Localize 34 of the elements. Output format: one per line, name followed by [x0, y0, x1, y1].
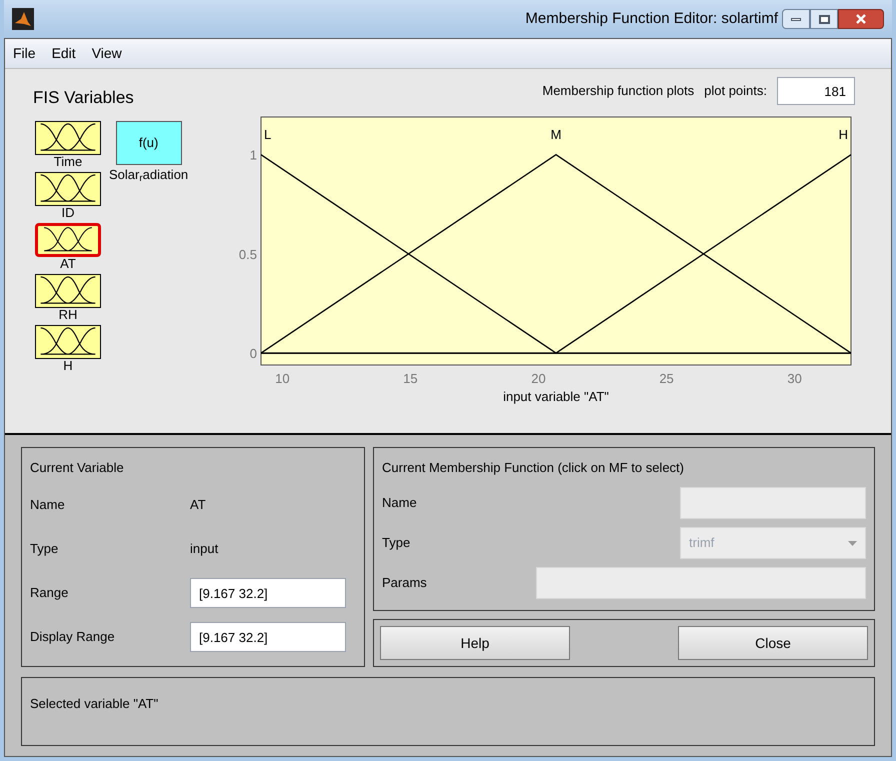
variable-type: input	[190, 540, 218, 558]
y-tick-label: 1	[250, 148, 257, 163]
field-label: Type	[30, 540, 60, 558]
x-tick-label: 30	[787, 371, 802, 386]
x-tick-label: 25	[659, 371, 674, 386]
y-tick-label: 0	[250, 346, 257, 362]
variable-name: AT	[190, 496, 206, 514]
variable-label: AT	[60, 256, 76, 270]
series-label: H	[838, 127, 848, 142]
field-label: Params	[382, 574, 428, 592]
field-label: Type	[382, 534, 412, 552]
plot-title: Membership function plots	[542, 82, 694, 100]
variable-label: H	[63, 358, 73, 372]
x-tick-label: 20	[531, 371, 546, 386]
x-tick-label: 15	[403, 371, 418, 386]
series-label: M	[550, 127, 562, 142]
series-label: L	[264, 127, 272, 142]
x-axis-label: input variable "AT"	[503, 389, 609, 404]
variable-label: Solar$_{r}$adiation	[109, 166, 188, 184]
field-label: Name	[30, 496, 66, 514]
panel-title: Current Variable	[30, 459, 125, 477]
field-label: Display Range	[30, 628, 116, 646]
field-label: Range	[30, 584, 70, 602]
panel-title: FIS Variables	[33, 87, 135, 109]
plot-points-label: plot points:	[704, 82, 767, 100]
y-tick-label: 0.5	[238, 246, 257, 262]
status-message: Selected variable "AT"	[30, 696, 158, 711]
variable-label: Time	[54, 154, 82, 168]
variable-label: RH	[58, 308, 78, 322]
window-title: Membership Function Editor: solartimf	[525, 8, 778, 29]
field-label: Name	[382, 494, 418, 512]
x-tick-label: 10	[275, 371, 290, 386]
panel-title: Current Membership Function (click on MF to select)	[382, 459, 685, 477]
variable-label: ID	[62, 206, 74, 220]
